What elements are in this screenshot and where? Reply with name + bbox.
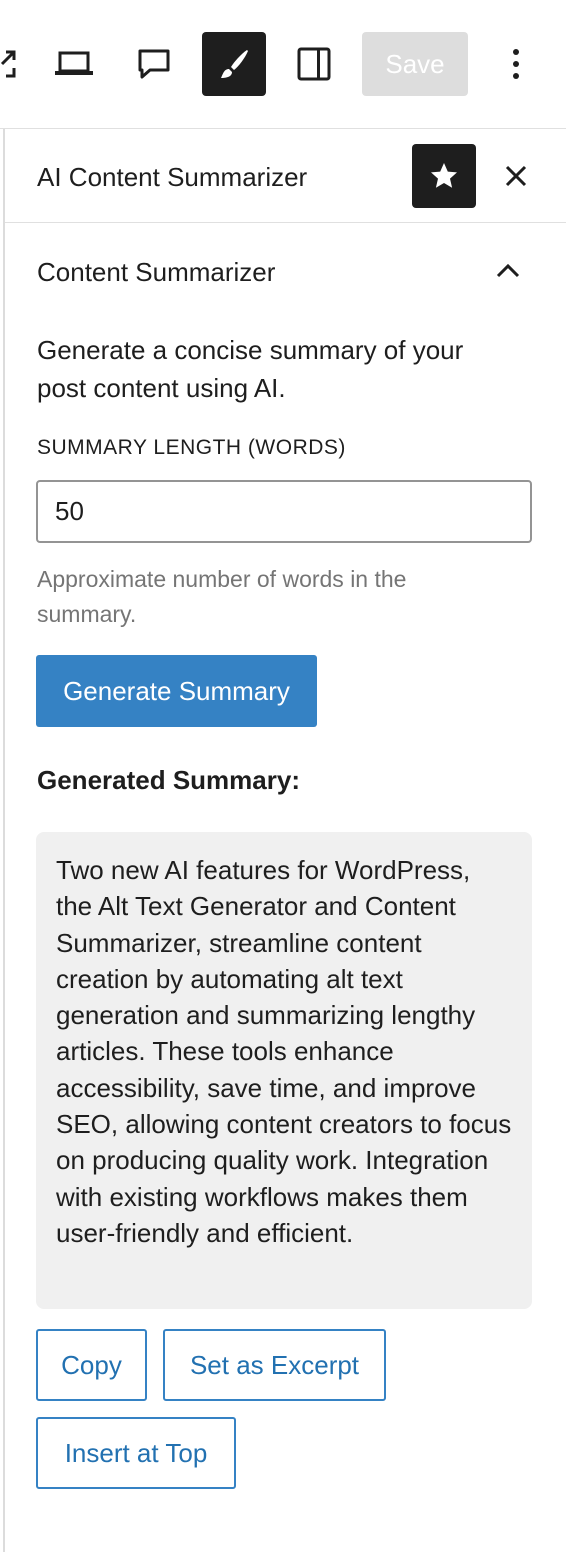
editor-toolbar: Save: [0, 0, 566, 129]
save-button[interactable]: Save: [362, 32, 468, 96]
set-as-excerpt-button[interactable]: Set as Excerpt: [163, 1329, 386, 1401]
external-link-icon[interactable]: [0, 32, 34, 96]
section-description: Generate a concise summary of your post …: [37, 335, 464, 403]
insert-at-top-button[interactable]: Insert at Top: [36, 1417, 236, 1489]
more-vertical-icon[interactable]: [484, 32, 548, 96]
summary-output: Two new AI features for WordPress, the A…: [36, 832, 532, 1309]
pin-button[interactable]: [412, 144, 476, 208]
star-icon: [431, 163, 457, 188]
generated-summary-heading: Generated Summary:: [37, 765, 300, 795]
sidebar-toggle-icon[interactable]: [282, 32, 346, 96]
comment-icon[interactable]: [122, 32, 186, 96]
section-title[interactable]: Content Summarizer: [37, 257, 275, 287]
generate-summary-button[interactable]: Generate Summary: [36, 655, 317, 727]
chevron-up-icon[interactable]: [492, 256, 524, 288]
panel-title: AI Content Summarizer: [37, 162, 308, 192]
summary-length-input[interactable]: [36, 480, 532, 543]
desktop-preview-icon[interactable]: [42, 32, 106, 96]
summary-length-help: Approximate number of words in the summa…: [37, 566, 407, 627]
close-icon: [505, 165, 527, 187]
sidebar-divider: [3, 129, 5, 1552]
sidebar-header: AI Content Summarizer: [5, 129, 566, 223]
brush-icon[interactable]: [202, 32, 266, 96]
copy-button[interactable]: Copy: [36, 1329, 147, 1401]
close-button[interactable]: [496, 156, 536, 196]
summary-length-label: SUMMARY LENGTH (WORDS): [37, 436, 346, 459]
